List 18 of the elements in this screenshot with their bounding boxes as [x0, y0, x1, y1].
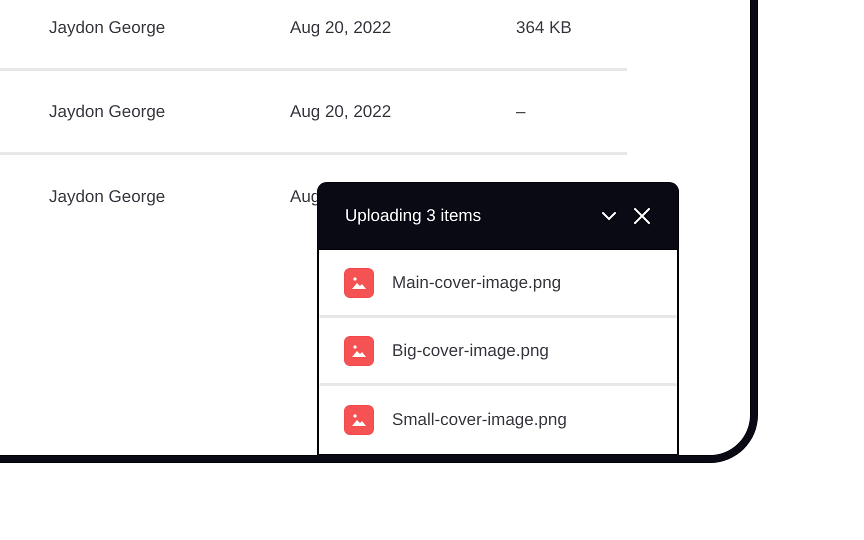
collapse-button[interactable]	[601, 211, 617, 221]
image-file-icon	[344, 405, 374, 435]
date-cell-text: Aug 20, 2022	[290, 16, 392, 39]
upload-title: Uploading 3 items	[345, 205, 482, 228]
image-file-icon	[344, 336, 374, 366]
date-cell-text: Aug 20, 2022	[290, 100, 392, 123]
chevron-down-icon	[601, 211, 617, 221]
owner-cell-text: Jaydon George	[49, 16, 166, 39]
size-cell-text: 364 KB	[516, 16, 573, 39]
owner-cell-text: Jaydon George	[49, 186, 166, 208]
close-icon	[633, 207, 651, 225]
owner-cell-text: Jaydon George	[49, 100, 166, 123]
file-name: Big-cover-image.png	[392, 340, 549, 362]
file-name: Small-cover-image.png	[392, 409, 567, 432]
close-button[interactable]	[633, 207, 651, 225]
file-name: Main-cover-image.png	[392, 272, 562, 294]
size-cell-text: –	[516, 100, 526, 123]
image-file-icon	[344, 268, 374, 298]
